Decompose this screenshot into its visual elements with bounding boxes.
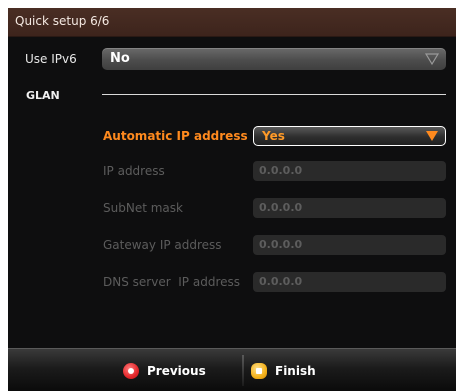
gateway-ip-field[interactable]: 0.0.0.0 bbox=[253, 235, 446, 255]
subnet-mask-label: SubNet mask bbox=[103, 201, 183, 215]
use-ipv6-value: No bbox=[110, 51, 130, 66]
subnet-mask-field[interactable]: 0.0.0.0 bbox=[253, 198, 446, 218]
glan-section-label: GLAN bbox=[26, 89, 60, 102]
dropdown-arrow-icon bbox=[424, 53, 440, 66]
use-ipv6-label: Use IPv6 bbox=[25, 52, 77, 66]
automatic-ip-value: Yes bbox=[262, 129, 285, 143]
dns-server-ip-field[interactable]: 0.0.0.0 bbox=[253, 272, 446, 292]
setup-window: Quick setup 6/6 Use IPv6 No GLAN Automat… bbox=[8, 8, 456, 391]
ip-address-value: 0.0.0.0 bbox=[259, 164, 303, 177]
footer-separator bbox=[242, 355, 244, 386]
subnet-mask-value: 0.0.0.0 bbox=[259, 201, 303, 214]
automatic-ip-label: Automatic IP address bbox=[103, 129, 248, 143]
gateway-ip-value: 0.0.0.0 bbox=[259, 238, 303, 251]
previous-button[interactable]: Previous bbox=[123, 349, 206, 391]
finish-label: Finish bbox=[275, 363, 316, 378]
use-ipv6-select[interactable]: No bbox=[102, 48, 446, 70]
ip-address-label: IP address bbox=[103, 164, 165, 178]
dns-server-ip-label: DNS server IP address bbox=[103, 275, 240, 289]
dns-server-ip-value: 0.0.0.0 bbox=[259, 275, 303, 288]
previous-icon bbox=[123, 362, 139, 379]
previous-label: Previous bbox=[147, 363, 206, 378]
title-bar: Quick setup 6/6 bbox=[8, 8, 456, 37]
section-divider bbox=[102, 94, 446, 95]
ip-address-field[interactable]: 0.0.0.0 bbox=[253, 161, 446, 181]
dropdown-arrow-icon bbox=[426, 131, 438, 141]
footer-bar: Previous Finish bbox=[8, 348, 456, 391]
automatic-ip-select[interactable]: Yes bbox=[253, 126, 446, 146]
finish-button[interactable]: Finish bbox=[251, 349, 316, 391]
finish-icon bbox=[251, 362, 267, 379]
gateway-ip-label: Gateway IP address bbox=[103, 238, 222, 252]
window-title: Quick setup 6/6 bbox=[15, 14, 110, 28]
